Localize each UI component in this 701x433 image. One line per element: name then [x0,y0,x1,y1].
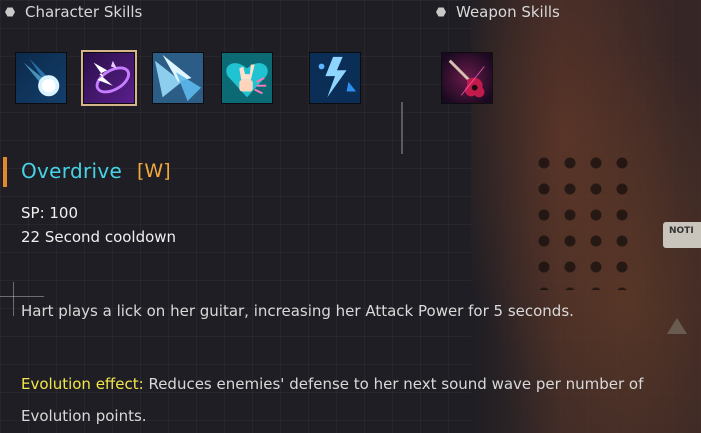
hexagon-bullet-icon [5,7,15,17]
lightning-burst-icon [310,53,360,103]
crosshair-vertical [13,282,14,316]
warning-triangle-icon [667,318,687,334]
comet-skill-icon [16,53,66,103]
skill-row [0,50,701,154]
skill-description: Hart plays a lick on her guitar, increas… [21,302,574,320]
title-accent-bar [3,157,7,187]
hexagon-bullet-icon [436,7,446,17]
skill-slot-r[interactable] [221,52,273,104]
skill-divider [401,102,403,154]
weapon-skills-header: Weapon Skills [436,3,560,21]
skill-slot-passive[interactable] [309,52,361,104]
skill-slot-w[interactable] [81,50,137,106]
background-sign: NOTI [663,222,701,248]
skill-name: Overdrive [21,159,123,183]
skill-cooldown: 22 Second cooldown [21,228,177,246]
shard-burst-icon [153,53,203,103]
overdrive-wave-icon [84,53,134,103]
character-skills-header: Character Skills [5,3,142,21]
background-perforated-panel [531,150,641,290]
evolution-effect: Evolution effect: Reduces enemies' defen… [21,368,691,432]
skill-sp-cost: SP: 100 [21,204,79,222]
skill-key: [W] [137,160,171,182]
rock-hand-heart-icon [222,53,272,103]
guitar-icon [442,53,492,103]
weapon-skill-slot[interactable] [441,52,493,104]
crosshair-horizontal [0,296,44,297]
weapon-skills-label: Weapon Skills [456,3,560,21]
skill-slot-e[interactable] [152,52,204,104]
evolution-effect-label: Evolution effect: [21,375,144,393]
skill-slot-q[interactable] [15,52,67,104]
character-skills-label: Character Skills [25,3,143,21]
